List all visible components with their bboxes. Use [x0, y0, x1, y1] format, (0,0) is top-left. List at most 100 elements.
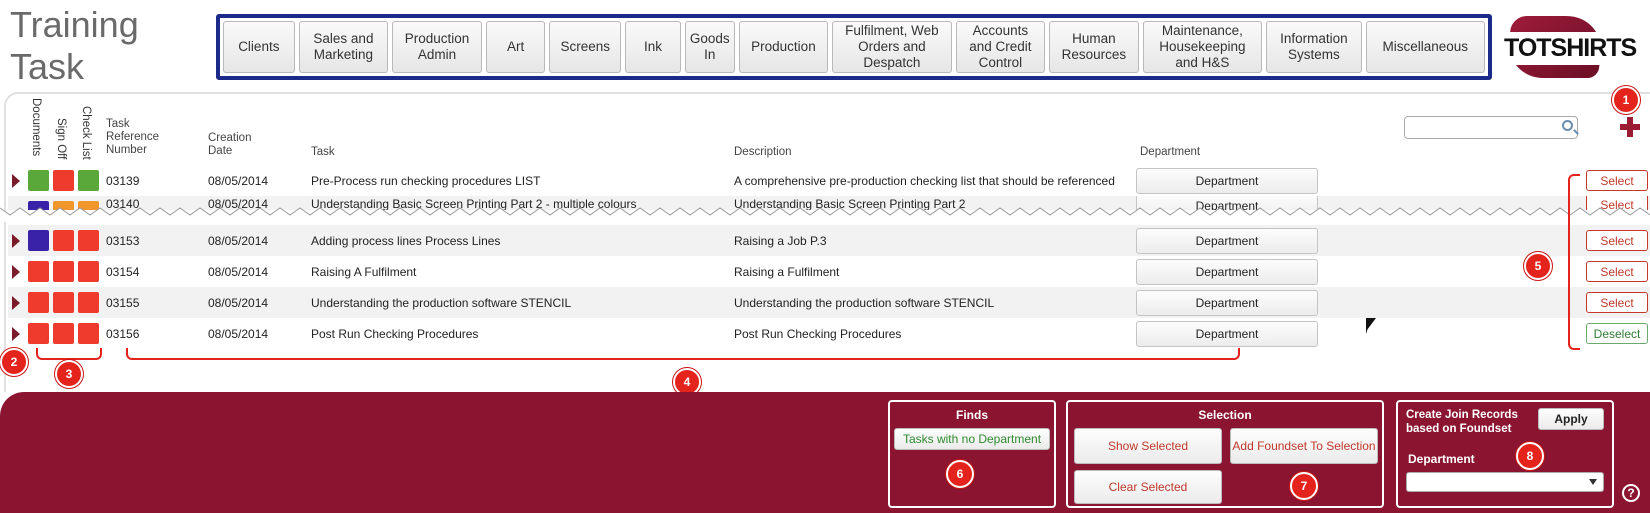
check-list-status[interactable] — [78, 323, 99, 344]
documents-status[interactable] — [28, 230, 49, 251]
callout-6: 6 — [946, 460, 974, 488]
clear-selected-button[interactable]: Clear Selected — [1074, 470, 1222, 504]
creation-date: 08/05/2014 — [208, 327, 269, 341]
apply-button[interactable]: Apply — [1538, 408, 1604, 430]
help-icon[interactable]: ? — [1622, 484, 1640, 502]
task-ref: 03139 — [106, 174, 140, 188]
documents-status[interactable] — [28, 292, 49, 313]
creation-date: 08/05/2014 — [208, 234, 269, 248]
task-name: Adding process lines Process Lines — [311, 234, 501, 248]
nav-goods-in[interactable]: Goods In — [684, 21, 735, 73]
title-line-1: Training — [10, 4, 139, 45]
page-title: Training Task — [10, 4, 139, 88]
sign-off-status[interactable] — [53, 230, 74, 251]
check-list-status[interactable] — [78, 170, 99, 191]
search-input[interactable] — [1404, 116, 1578, 139]
nav-art[interactable]: Art — [485, 21, 546, 73]
department-button[interactable]: Department — [1136, 168, 1318, 194]
task-description: Raising a Job P.3 — [734, 234, 827, 248]
selection-box: Selection Show Selected Add Foundset To … — [1066, 400, 1384, 508]
department-button[interactable]: Department — [1136, 321, 1318, 347]
select-button[interactable]: Select — [1586, 292, 1648, 313]
check-list-status[interactable] — [78, 292, 99, 313]
bracket-record-columns — [126, 348, 1240, 360]
nav-sales-and-marketing[interactable]: Sales and Marketing — [298, 21, 389, 73]
callout-2: 2 — [0, 348, 28, 376]
callout-3: 3 — [55, 360, 83, 388]
sign-off-status[interactable] — [53, 323, 74, 344]
row-expand-icon[interactable] — [12, 265, 20, 279]
documents-status[interactable] — [28, 261, 49, 282]
select-button[interactable]: Select — [1586, 230, 1648, 251]
sign-off-status[interactable] — [53, 170, 74, 191]
row-expand-icon[interactable] — [12, 234, 20, 248]
nav-fulfilment[interactable]: Fulfilment, Web Orders and Despatch — [832, 21, 952, 73]
chevron-down-icon[interactable] — [1589, 479, 1597, 485]
callout-1: 1 — [1612, 86, 1640, 114]
task-name: Pre-Process run checking procedures LIST — [311, 174, 541, 188]
mouse-cursor-icon — [1366, 318, 1371, 334]
creation-date: 08/05/2014 — [208, 174, 269, 188]
task-description: Raising a Fulfilment — [734, 265, 840, 279]
search-icon[interactable] — [1562, 120, 1573, 131]
tasks-no-department-button[interactable]: Tasks with no Department — [894, 428, 1050, 450]
header-description: Description — [734, 146, 792, 158]
sign-off-status[interactable] — [53, 261, 74, 282]
department-label: Department — [1408, 452, 1475, 466]
department-button[interactable]: Department — [1136, 259, 1318, 285]
nav-maintenance[interactable]: Maintenance, Housekeeping and H&S — [1142, 21, 1263, 73]
row-expand-icon[interactable] — [12, 174, 20, 188]
header-creation-date: Creation Date — [208, 132, 252, 157]
select-button[interactable]: Select — [1586, 170, 1648, 191]
bracket-status-columns — [36, 348, 102, 360]
callout-8: 8 — [1516, 442, 1544, 470]
row-expand-icon[interactable] — [12, 327, 20, 341]
select-button[interactable]: Select — [1586, 261, 1648, 282]
header-department: Department — [1140, 146, 1201, 158]
title-line-2: Task — [10, 46, 85, 87]
join-records-title: Create Join Records based on Foundset — [1406, 409, 1518, 435]
table-row: 03155 08/05/2014 Understanding the produ… — [8, 287, 1650, 318]
task-description: Post Run Checking Procedures — [734, 327, 902, 341]
nav-screens[interactable]: Screens — [549, 21, 622, 73]
check-list-status[interactable] — [78, 261, 99, 282]
task-ref: 03154 — [106, 265, 140, 279]
task-ref: 03155 — [106, 296, 140, 310]
deselect-button[interactable]: Deselect — [1586, 323, 1648, 344]
nav-information-systems[interactable]: Information Systems — [1266, 21, 1362, 73]
nav-human-resources[interactable]: Human Resources — [1049, 21, 1139, 73]
header-task: Task — [311, 146, 335, 158]
table-row: 03139 08/05/2014 Pre-Process run checkin… — [8, 165, 1650, 196]
department-button[interactable]: Department — [1136, 228, 1318, 254]
task-name: Raising A Fulfilment — [311, 265, 417, 279]
creation-date: 08/05/2014 — [208, 296, 269, 310]
add-record-icon[interactable] — [1619, 116, 1641, 138]
add-foundset-button[interactable]: Add Foundset To Selection — [1230, 428, 1378, 464]
task-ref: 03153 — [106, 234, 140, 248]
nav-production-admin[interactable]: Production Admin — [392, 21, 482, 73]
callout-7: 7 — [1290, 472, 1318, 500]
nav-production[interactable]: Production — [738, 21, 829, 73]
nav-accounts[interactable]: Accounts and Credit Control — [955, 21, 1046, 73]
department-select[interactable] — [1406, 472, 1604, 492]
documents-status[interactable] — [28, 170, 49, 191]
nav-ink[interactable]: Ink — [625, 21, 681, 73]
sign-off-status[interactable] — [53, 292, 74, 313]
table-row: 03154 08/05/2014 Raising A Fulfilment Ra… — [8, 256, 1650, 287]
finds-box: Finds Tasks with no Department 6 — [888, 400, 1056, 508]
nav-clients[interactable]: Clients — [223, 21, 295, 73]
row-expand-icon[interactable] — [12, 296, 20, 310]
department-button[interactable]: Department — [1136, 290, 1318, 316]
table-row: 03156 08/05/2014 Post Run Checking Proce… — [8, 318, 1650, 349]
join-records-box: Create Join Records based on Foundset Ap… — [1396, 400, 1614, 508]
header-sign-off: Sign Off — [55, 118, 67, 160]
show-selected-button[interactable]: Show Selected — [1074, 428, 1222, 464]
header-check-list: Check List — [80, 106, 92, 160]
header-documents: Documents — [30, 98, 42, 157]
documents-status[interactable] — [28, 323, 49, 344]
finds-title: Finds — [956, 408, 988, 422]
nav-miscellaneous[interactable]: Miscellaneous — [1365, 21, 1485, 73]
header-task-ref: Task Reference Number — [106, 118, 160, 156]
callout-5: 5 — [1524, 252, 1552, 280]
check-list-status[interactable] — [78, 230, 99, 251]
